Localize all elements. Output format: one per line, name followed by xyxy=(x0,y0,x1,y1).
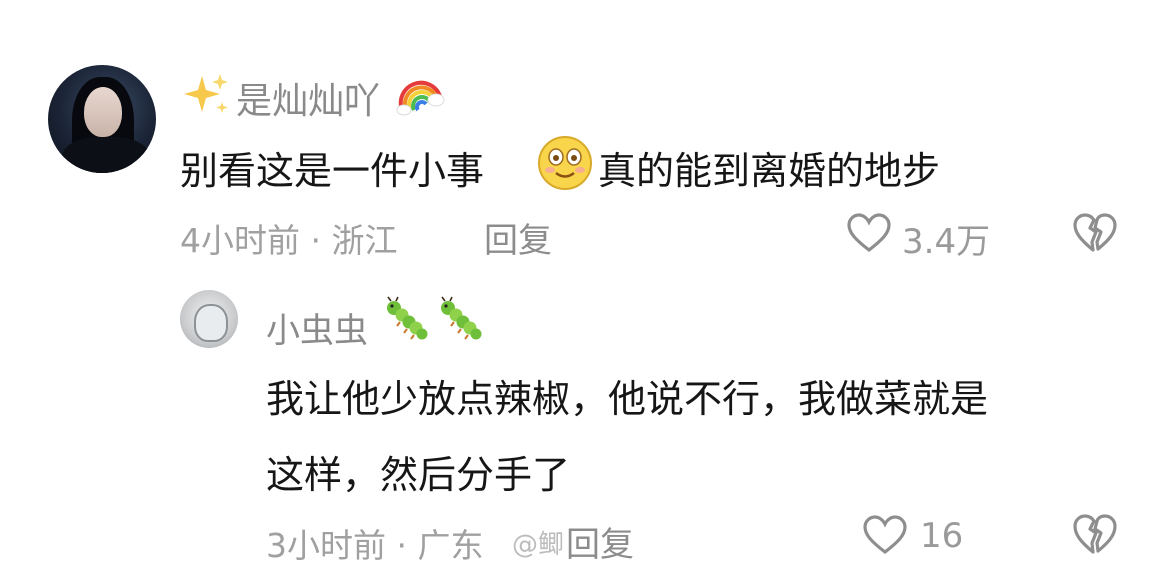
like-icon[interactable] xyxy=(862,514,908,556)
dislike-icon[interactable] xyxy=(1072,212,1118,254)
caterpillar-icon xyxy=(387,296,428,340)
reply-button[interactable]: 回复 xyxy=(484,213,552,262)
avatar-face xyxy=(84,87,122,137)
like-icon[interactable] xyxy=(846,212,892,254)
avatar[interactable] xyxy=(48,65,156,173)
reply-nickname[interactable]: 小虫虫 xyxy=(266,303,368,352)
caterpillar-icon xyxy=(441,296,482,340)
comment-time-location: 4小时前 · 浙江 xyxy=(180,221,398,260)
dislike-icon[interactable] xyxy=(1072,512,1118,556)
reply-time-location: 3小时前 · 广东 xyxy=(266,526,484,565)
comment-text: 别看这是一件小事 xyxy=(180,149,485,193)
comment-thread: 是灿灿吖 别看这是一件小事 真的能到离婚的地步 4小时前 · 浙江 回复 3.4… xyxy=(0,0,1170,575)
smile-icon xyxy=(538,136,592,190)
sparkle-icon xyxy=(184,74,228,113)
comment-text-continued: 真的能到离婚的地步 xyxy=(598,149,941,193)
avatar-cat xyxy=(194,304,228,342)
like-count: 3.4万 xyxy=(902,222,991,262)
reply-reply-button[interactable]: 回复 xyxy=(566,517,634,566)
reply-text-line1: 我让他少放点辣椒，他说不行，我做菜就是 xyxy=(266,377,989,421)
avatar-coat xyxy=(62,137,150,173)
reply-text-line2: 这样，然后分手了 xyxy=(266,453,571,497)
commenter-nickname[interactable]: 是灿灿吖 xyxy=(236,72,380,124)
reply-like-count: 16 xyxy=(920,516,964,556)
reply-avatar[interactable] xyxy=(180,290,238,348)
watermark: @鲫 xyxy=(512,530,565,560)
rainbow-icon xyxy=(396,80,445,116)
